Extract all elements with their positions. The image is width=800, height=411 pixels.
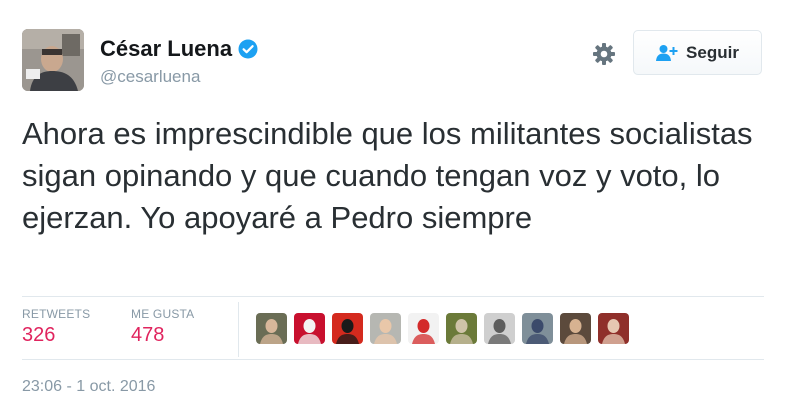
avatar-photo xyxy=(22,29,84,91)
liker-avatar[interactable] xyxy=(408,313,439,344)
stats-separator xyxy=(238,302,239,357)
tweet-text: Ahora es imprescindible que los militant… xyxy=(22,116,753,235)
author-handle[interactable]: @cesarluena xyxy=(100,67,200,87)
verified-badge-icon xyxy=(238,39,258,59)
liker-avatar[interactable] xyxy=(446,313,477,344)
follow-button[interactable]: Seguir xyxy=(633,30,762,75)
retweets-count: 326 xyxy=(22,324,56,346)
retweets-label: RETWEETS xyxy=(22,307,91,321)
liker-avatars xyxy=(256,313,629,344)
retweets-stat[interactable]: RETWEETS 326 xyxy=(22,307,90,347)
likes-label: ME GUSTA xyxy=(131,307,195,321)
author-name[interactable]: César Luena xyxy=(100,36,232,62)
author-avatar[interactable] xyxy=(22,29,84,91)
follow-button-label: Seguir xyxy=(686,42,739,62)
likes-stat[interactable]: ME GUSTA 478 xyxy=(131,307,194,347)
gear-icon[interactable] xyxy=(591,41,617,67)
stats-divider-top xyxy=(22,296,764,297)
likes-count: 478 xyxy=(131,324,165,346)
user-plus-icon xyxy=(656,44,678,62)
liker-avatar[interactable] xyxy=(332,313,363,344)
stats-divider-bottom xyxy=(22,359,764,360)
liker-avatar[interactable] xyxy=(598,313,629,344)
author-name-row: César Luena xyxy=(100,36,258,62)
liker-avatar[interactable] xyxy=(294,313,325,344)
tweet-timestamp[interactable]: 23:06 - 1 oct. 2016 xyxy=(22,378,155,396)
liker-avatar[interactable] xyxy=(484,313,515,344)
liker-avatar[interactable] xyxy=(256,313,287,344)
liker-avatar[interactable] xyxy=(560,313,591,344)
liker-avatar[interactable] xyxy=(370,313,401,344)
liker-avatar[interactable] xyxy=(522,313,553,344)
